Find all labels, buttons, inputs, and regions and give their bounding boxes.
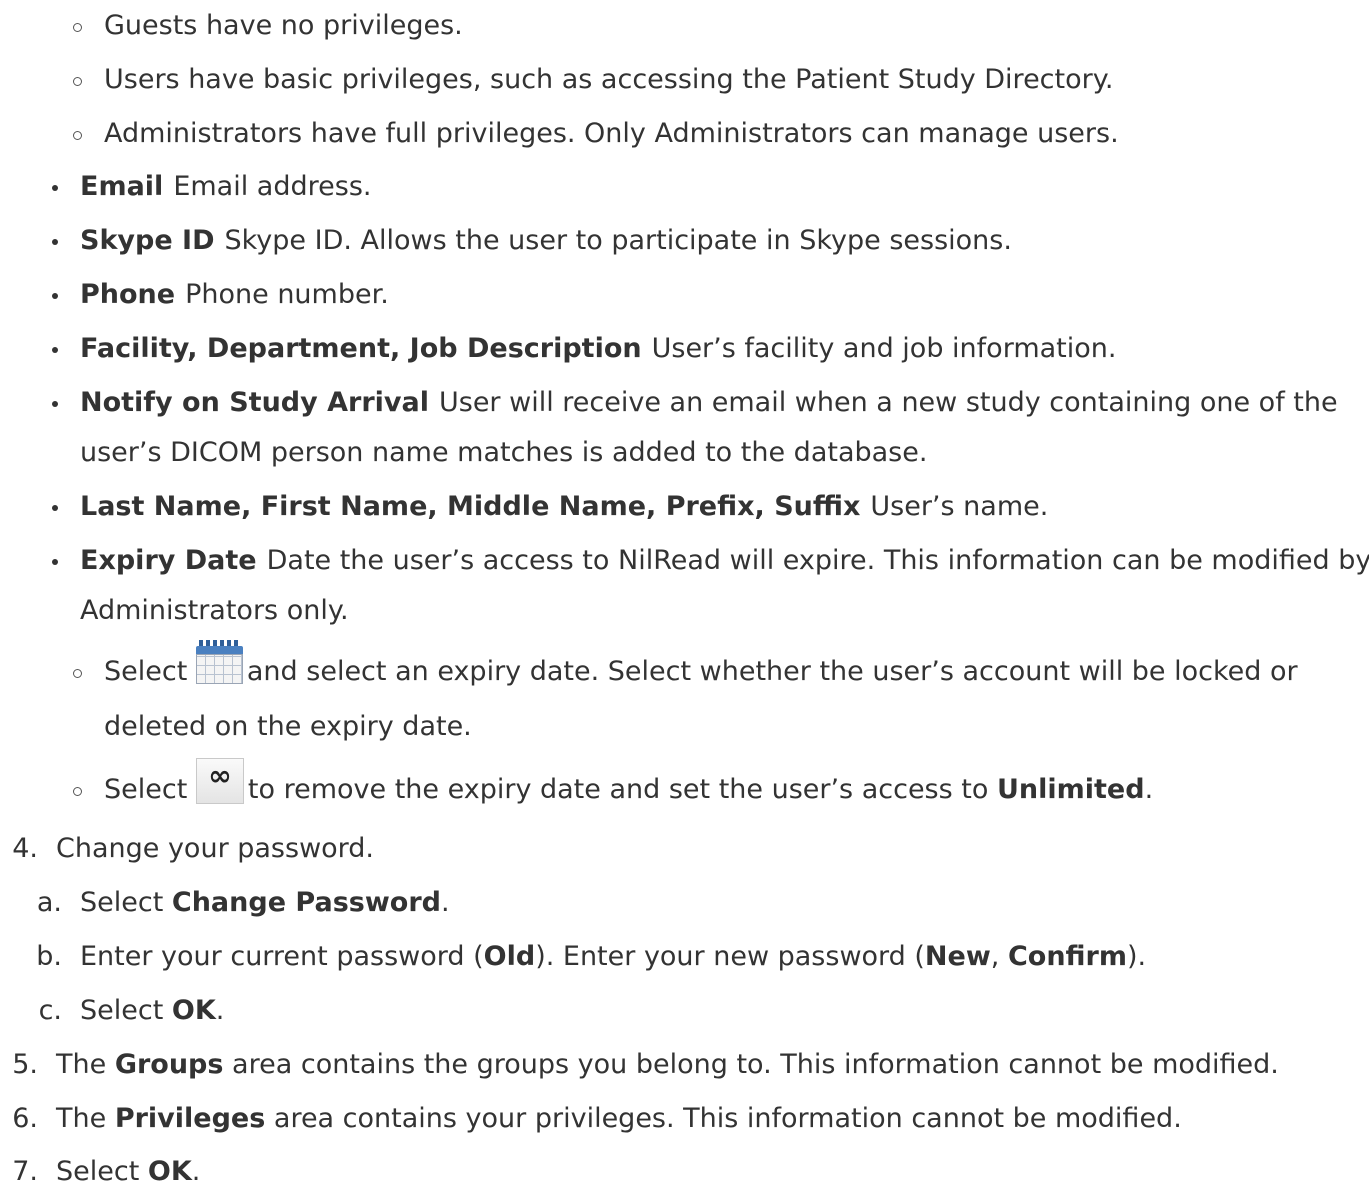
step-text: Change your password. [56, 833, 375, 864]
substep-text: Select [80, 887, 172, 918]
step-number: 7. [12, 1156, 38, 1187]
disc-bullet [52, 293, 58, 299]
ok-label: OK [171, 995, 216, 1026]
change-password-label: Change Password [171, 887, 441, 918]
groups-label: Groups [114, 1049, 224, 1080]
disc-bullet [52, 559, 58, 565]
circle-bullet [73, 77, 82, 86]
field-term: Last Name, First Name, Middle Name, Pref… [80, 491, 861, 522]
field-term: Email [80, 171, 164, 202]
substep-text: Select [80, 995, 172, 1026]
disc-bullet [52, 347, 58, 353]
step-text: Select [56, 1156, 148, 1187]
step-number: 5. [12, 1049, 38, 1080]
circle-bullet [73, 669, 82, 678]
old-label: Old [483, 941, 536, 972]
disc-bullet [52, 401, 58, 407]
step-number: 6. [12, 1103, 38, 1134]
field-desc: Skype ID. Allows the user to participate… [224, 225, 1012, 256]
substep-text: ). [1127, 941, 1147, 972]
step-number: 4. [12, 833, 38, 864]
substep-marker: b. [36, 941, 62, 972]
role-item-text: Administrators have full privileges. Onl… [104, 118, 1119, 149]
infinity-icon[interactable]: ∞ [195, 758, 244, 804]
period: . [215, 995, 225, 1026]
calendar-icon[interactable] [195, 640, 243, 684]
disc-bullet [52, 239, 58, 245]
field-desc: Email address. [173, 171, 372, 202]
privileges-label: Privileges [114, 1103, 266, 1134]
step-text: The [56, 1103, 115, 1134]
expiry-sub-pre: Select [104, 774, 188, 805]
unlimited-label: Unlimited [996, 774, 1145, 805]
field-desc: User will receive an email when a new st… [438, 387, 1338, 418]
new-label: New [924, 941, 991, 972]
ok-label: OK [147, 1156, 192, 1187]
field-desc: Phone number. [185, 279, 389, 310]
field-term: Phone [80, 279, 176, 310]
substep-text: ). Enter your new password ( [535, 941, 925, 972]
field-desc-continued: user’s DICOM person name matches is adde… [80, 437, 928, 468]
step-text: area contains your privileges. This info… [265, 1103, 1182, 1134]
role-item-text: Users have basic privileges, such as acc… [104, 64, 1114, 95]
field-desc: Date the user’s access to NilRead will e… [266, 545, 1369, 576]
disc-bullet [52, 505, 58, 511]
substep-text: Enter your current password ( [80, 941, 484, 972]
expiry-sub-post: to remove the expiry date and set the us… [247, 774, 989, 805]
substep-marker: c. [38, 995, 62, 1026]
step-text: The [56, 1049, 115, 1080]
period: . [191, 1156, 201, 1187]
period: . [1144, 774, 1154, 805]
field-term: Skype ID [80, 225, 215, 256]
field-desc-continued: Administrators only. [80, 595, 349, 626]
disc-bullet [52, 185, 58, 191]
circle-bullet [73, 131, 82, 140]
circle-bullet [73, 23, 82, 32]
separator: , [990, 941, 1008, 972]
substep-marker: a. [36, 887, 62, 918]
period: . [440, 887, 450, 918]
role-item-text: Guests have no privileges. [104, 10, 463, 41]
step-text: area contains the groups you belong to. … [223, 1049, 1279, 1080]
field-term: Expiry Date [80, 545, 257, 576]
field-term: Notify on Study Arrival [80, 387, 429, 418]
expiry-sub-post: and select an expiry date. Select whethe… [246, 656, 1298, 687]
circle-bullet [73, 787, 82, 796]
expiry-sub-post-continued: deleted on the expiry date. [104, 711, 472, 742]
confirm-label: Confirm [1007, 941, 1128, 972]
field-term: Facility, Department, Job Description [80, 333, 642, 364]
field-desc: User’s facility and job information. [651, 333, 1117, 364]
expiry-sub-pre: Select [104, 656, 188, 687]
field-desc: User’s name. [870, 491, 1049, 522]
